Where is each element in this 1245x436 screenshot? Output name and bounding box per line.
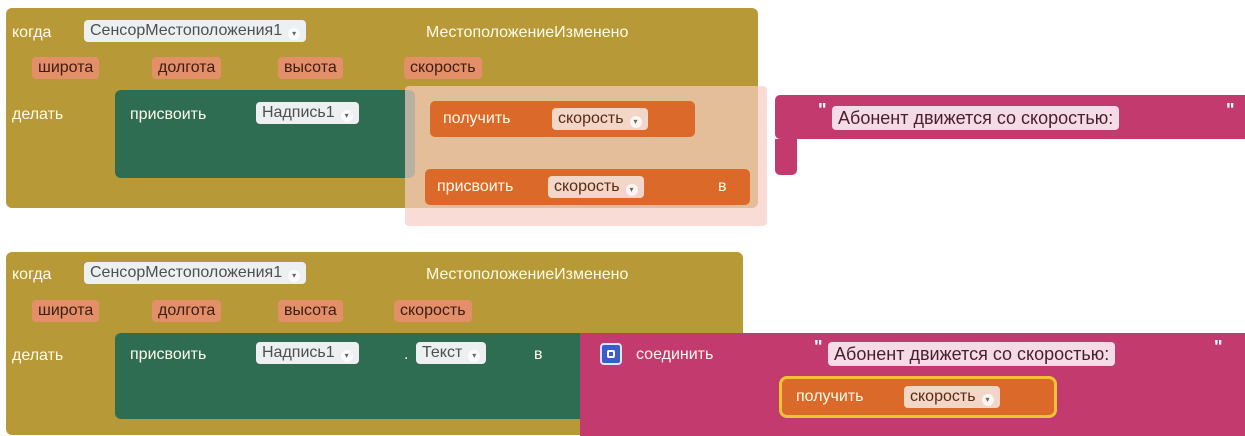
dropdown-arrow-icon: ▾ [468, 350, 481, 362]
quote-left-icon: " [814, 337, 823, 357]
set-label: присвоить [130, 106, 207, 123]
quote-right-icon: " [1226, 100, 1235, 120]
property-name: Текст [422, 344, 463, 361]
target-component-name: Надпись1 [262, 104, 335, 121]
component-dropdown[interactable]: СенсорМестоположения1 ▾ [84, 262, 307, 284]
event-name: МестоположениеИзменено [426, 266, 629, 283]
get-variable-name: скорость [558, 110, 624, 127]
get-label: получить [796, 388, 864, 405]
dropdown-arrow-icon: ▾ [288, 28, 301, 40]
to-label: в [534, 346, 543, 363]
param-altitude[interactable]: высота [278, 57, 343, 79]
gear-icon[interactable] [600, 343, 622, 365]
text-string-value[interactable]: Абонент движется со скоростью: [832, 106, 1120, 130]
param-latitude[interactable]: широта [32, 300, 100, 322]
text-block-connector [775, 139, 797, 175]
dropdown-arrow-icon: ▾ [625, 184, 638, 196]
set-var-to-label: в [718, 178, 727, 195]
param-longitude[interactable]: долгота [152, 57, 222, 79]
set-var-label: присвоить [437, 178, 514, 195]
do-label: делать [12, 347, 64, 364]
quote-left-icon: " [818, 100, 827, 120]
dropdown-arrow-icon: ▾ [340, 110, 353, 122]
param-longitude[interactable]: долгота [152, 300, 222, 322]
top-example: когда СенсорМестоположения1 ▾ Местоположе… [0, 0, 1245, 226]
target-component-dropdown[interactable]: Надпись1 ▾ [256, 342, 359, 364]
get-variable-dropdown[interactable]: скорость ▾ [904, 386, 1000, 408]
param-speed[interactable]: скорость [404, 57, 482, 79]
when-label: когда [12, 24, 52, 41]
param-latitude[interactable]: широта [32, 57, 100, 79]
component-name: СенсорМестоположения1 [90, 264, 283, 281]
target-component-dropdown[interactable]: Надпись1 ▾ [256, 102, 359, 124]
param-speed[interactable]: скорость [394, 300, 472, 322]
component-name: СенсорМестоположения1 [90, 22, 283, 39]
event-name: МестоположениеИзменено [426, 24, 629, 41]
get-variable-name: скорость [910, 388, 976, 405]
dropdown-arrow-icon: ▾ [629, 116, 642, 128]
dot-separator: . [404, 346, 409, 363]
get-label: получить [443, 110, 511, 127]
property-dropdown[interactable]: Текст ▾ [416, 342, 487, 364]
bottom-example: когда СенсорМестоположения1 ▾ Местоположе… [0, 245, 1245, 436]
set-variable-dropdown[interactable]: скорость ▾ [548, 176, 644, 198]
text-string-value[interactable]: Абонент движется со скоростью: [828, 342, 1116, 366]
set-label: присвоить [130, 346, 207, 363]
dropdown-arrow-icon: ▾ [288, 270, 301, 282]
component-dropdown[interactable]: СенсорМестоположения1 ▾ [84, 20, 307, 42]
do-label: делать [12, 106, 64, 123]
quote-right-icon: " [1214, 337, 1223, 357]
get-variable-dropdown[interactable]: скорость ▾ [552, 108, 648, 130]
dropdown-arrow-icon: ▾ [340, 350, 353, 362]
dropdown-arrow-icon: ▾ [981, 394, 994, 406]
when-label: когда [12, 266, 52, 283]
set-variable-name: скорость [554, 178, 620, 195]
target-component-name: Надпись1 [262, 344, 335, 361]
join-label: соединить [636, 346, 714, 363]
param-altitude[interactable]: высота [278, 300, 343, 322]
